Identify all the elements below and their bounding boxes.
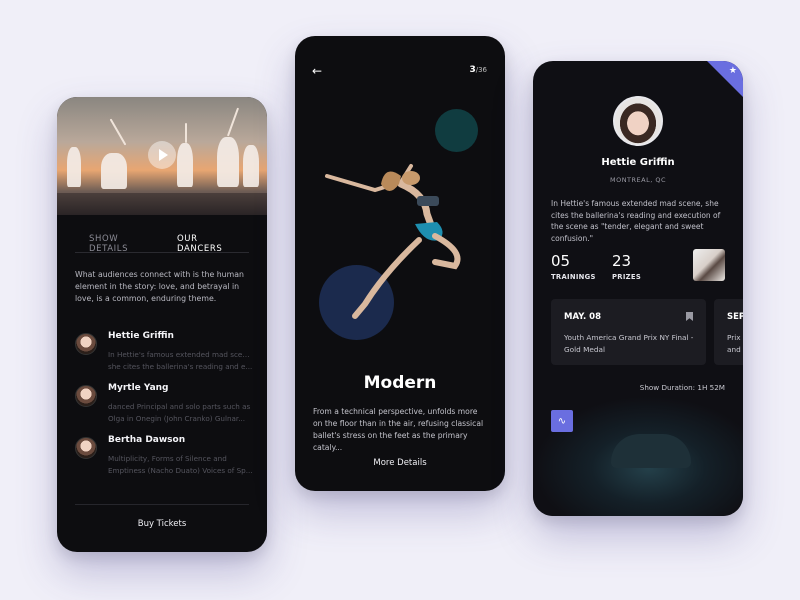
avatar bbox=[75, 385, 97, 407]
page-counter: 3/36 bbox=[469, 65, 487, 75]
dancer-name: Bertha Dawson bbox=[108, 435, 186, 445]
phone-dancer-profile: ★ Hettie Griffin MONTREAL, QC In Hettie'… bbox=[533, 61, 743, 516]
photo-thumbnail[interactable] bbox=[693, 249, 725, 281]
dancer-description: In Hettie's famous extended mad scene, s… bbox=[108, 350, 253, 371]
avatar bbox=[75, 437, 97, 459]
bookmark-icon[interactable] bbox=[686, 312, 693, 321]
award-card[interactable]: SEP Prix and bbox=[714, 299, 743, 365]
list-item[interactable]: Bertha Dawson Multiplicity, Forms of Sil… bbox=[75, 433, 253, 485]
back-arrow-icon[interactable]: ← bbox=[312, 64, 322, 78]
more-details-button[interactable]: More Details bbox=[295, 458, 505, 468]
buy-tickets-button[interactable]: Buy Tickets bbox=[75, 504, 249, 529]
profile-avatar bbox=[613, 96, 663, 146]
dancer-name: Myrtle Yang bbox=[108, 383, 169, 393]
hero-ballet-image bbox=[57, 97, 267, 215]
play-video-button[interactable] bbox=[148, 141, 176, 169]
tab-bar: SHOW DETAILS OUR DANCERS bbox=[75, 231, 249, 254]
favorite-corner[interactable] bbox=[707, 61, 743, 97]
dancer-description: danced Principal and solo parts such as … bbox=[108, 402, 251, 423]
stat-prizes: 23 PRIZES bbox=[612, 252, 642, 281]
dancer-name: Hettie Griffin bbox=[108, 331, 174, 341]
profile-bio: In Hettie's famous extended mad scene, s… bbox=[551, 199, 721, 243]
stat-trainings: 05 TRAININGS bbox=[551, 252, 596, 281]
dancer-description: Multiplicity, Forms of Silence and Empti… bbox=[108, 454, 253, 475]
leaping-dancer-image bbox=[325, 164, 461, 319]
award-card[interactable]: MAY. 08 Youth America Grand Prix NY Fina… bbox=[551, 299, 706, 365]
audio-wave-icon[interactable]: ∿ bbox=[551, 410, 573, 432]
list-item[interactable]: Hettie Griffin In Hettie's famous extend… bbox=[75, 329, 253, 381]
avatar bbox=[75, 333, 97, 355]
star-icon[interactable]: ★ bbox=[729, 66, 737, 76]
style-description: From a technical perspective, unfolds mo… bbox=[313, 407, 484, 452]
page-title: Modern bbox=[363, 373, 437, 393]
list-item[interactable]: Myrtle Yang danced Principal and solo pa… bbox=[75, 381, 253, 433]
tab-our-dancers[interactable]: OUR DANCERS bbox=[163, 231, 249, 254]
phone-style-detail: ← 3/36 Modern From a technical perspecti… bbox=[295, 36, 505, 491]
profile-name: Hettie Griffin bbox=[601, 157, 675, 168]
show-duration: Show Duration: 1H 52M bbox=[639, 383, 725, 392]
decorative-circle bbox=[435, 109, 478, 152]
dancer-list: Hettie Griffin In Hettie's famous extend… bbox=[75, 329, 253, 485]
intro-text: What audiences connect with is the human… bbox=[75, 270, 244, 303]
phone-show-details: SHOW DETAILS OUR DANCERS What audiences … bbox=[57, 97, 267, 552]
profile-location: MONTREAL, QC bbox=[609, 176, 667, 184]
tab-show-details[interactable]: SHOW DETAILS bbox=[75, 231, 163, 254]
